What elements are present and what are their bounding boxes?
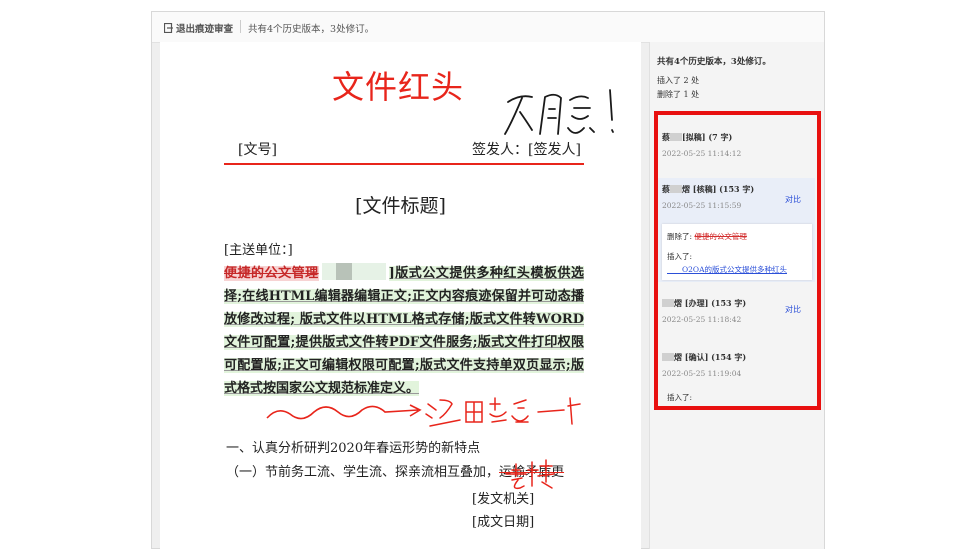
section-heading-2: （一）节前务工流、学生流、探亲流相互叠加，运输矛盾更	[226, 461, 564, 480]
document-date: [成文日期]	[472, 515, 535, 530]
struck-text: 运输矛盾更	[499, 465, 565, 480]
exit-review-button[interactable]: 退出痕迹审查	[164, 21, 233, 35]
handwritten-wave	[266, 404, 422, 420]
annotation-highlight-box	[654, 111, 821, 410]
inserted-count: 插入了 2 处	[657, 76, 700, 85]
issuing-authority: [发文机关]	[472, 492, 535, 507]
exit-review-label: 退出痕迹审查	[176, 24, 234, 35]
revision-summary: 共有4个历史版本，3处修订。	[657, 57, 771, 67]
exit-icon	[164, 23, 173, 33]
document-title: [文件标题]	[355, 195, 446, 217]
redacted-block	[321, 263, 386, 280]
document-page: 文件红头 [文号] 签发人：[签发人] [文件标题] [主送单位：] 便捷的公文…	[160, 42, 641, 550]
red-header-title: 文件红头	[332, 68, 465, 106]
section-heading-1: 一、认真分析研判2020年春运形势的新特点	[226, 441, 481, 456]
deleted-count: 删除了 1 处	[657, 90, 700, 99]
recipient-line: [主送单位：]	[224, 243, 293, 258]
inserted-text: ]版式公文提供多种红头模板供选择;在线HTML编辑器编辑正文;正文内容痕迹保留并…	[224, 266, 584, 396]
toolbar: 退出痕迹审查 共有4个历史版本，3处修订。	[152, 12, 824, 43]
red-divider	[224, 163, 584, 165]
toolbar-divider	[240, 20, 241, 33]
version-info: 共有4个历史版本，3处修订。	[248, 24, 375, 35]
document-body: [主送单位：] 便捷的公文管理]版式公文提供多种红头模板供选择;在线HTML编辑…	[224, 239, 584, 400]
handwritten-disagree	[504, 89, 614, 135]
signer: 签发人：[签发人]	[472, 142, 581, 158]
document-number: [文号]	[238, 142, 277, 158]
handwritten-note	[425, 397, 581, 427]
revised-paragraph: 便捷的公文管理]版式公文提供多种红头模板供选择;在线HTML编辑器编辑正文;正文…	[224, 262, 584, 400]
heading-2-text: （一）节前务工流、学生流、探亲流相互叠加，	[226, 465, 500, 480]
deleted-text: 便捷的公文管理	[224, 266, 319, 281]
